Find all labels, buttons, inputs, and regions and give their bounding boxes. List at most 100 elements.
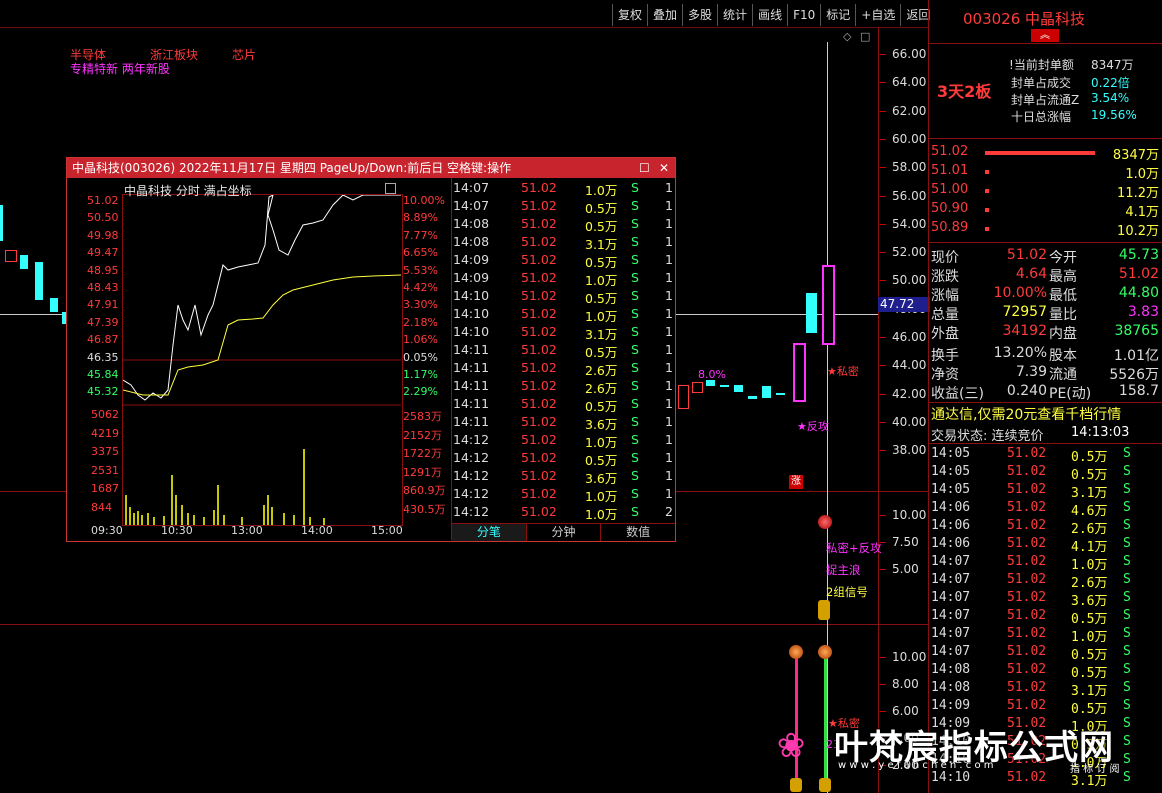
tick-time: 14:11 <box>453 378 490 393</box>
tick-row: 14:11 51.02 2.6万 S 1 <box>453 360 675 378</box>
tick-volume: 3.1万 <box>1071 684 1108 699</box>
tick-row: 14:05 51.02 0.5万 S <box>931 464 1161 483</box>
time-tick: 14:00 <box>301 524 333 537</box>
tick-volume: 4.6万 <box>1071 504 1108 519</box>
maximize-icon[interactable]: ☐ <box>639 158 650 178</box>
tick-direction: S <box>1123 518 1131 533</box>
volume-tick: 2583万 <box>403 410 442 423</box>
tick-volume: 1.0万 <box>585 309 618 324</box>
tick-time: 14:10 <box>453 306 490 321</box>
bid-volume-bar <box>985 170 989 174</box>
toolbar-button[interactable]: 画线 <box>752 4 787 26</box>
tick-price: 51.02 <box>1007 500 1047 515</box>
tick-volume: 0.5万 <box>1071 612 1108 627</box>
toolbar-button[interactable]: 统计 <box>717 4 752 26</box>
tick-time: 14:07 <box>931 572 971 587</box>
divider <box>929 43 1162 44</box>
tick-direction: S <box>1123 680 1131 695</box>
tick-row: 14:07 51.02 1.0万 S 1 <box>453 180 675 198</box>
pct-tick: 2.18% <box>403 315 438 329</box>
volume-tick: 10.00 <box>879 508 927 522</box>
quote-value: 0.240 <box>1006 383 1047 399</box>
promo-link[interactable]: 通达信,仅需20元查看千档行情 <box>931 404 1121 424</box>
volume-tick: 5062 <box>91 408 119 421</box>
tab-shuzhi[interactable]: 数值 <box>601 524 675 541</box>
pct-tick: 4.42% <box>403 281 438 294</box>
tick-count: 1 <box>665 216 673 231</box>
close-icon[interactable]: ✕ <box>659 158 669 178</box>
toolbar-button[interactable]: F10 <box>787 4 820 26</box>
popup-title-bar[interactable]: 中晶科技(003026) 2022年11月17日 星期四 PageUp/Down… <box>67 158 675 178</box>
diamond-icon[interactable]: ◇ <box>843 30 851 43</box>
tick-time: 14:06 <box>931 518 971 533</box>
tick-direction: S <box>1123 662 1131 677</box>
tick-time: 14:07 <box>453 198 490 213</box>
crosshair-price-label: 47.72 <box>878 297 930 312</box>
toolbar-button[interactable]: 复权 <box>612 4 647 26</box>
tick-row: 14:11 51.02 0.5万 S 1 <box>453 342 675 360</box>
quote-label: 今开 <box>1049 250 1077 266</box>
tick-row: 14:11 51.02 0.5万 S 1 <box>453 396 675 414</box>
tick-price: 51.02 <box>1007 698 1047 713</box>
seal-value: 19.56% <box>1091 108 1137 122</box>
tick-time: 14:05 <box>931 464 971 479</box>
tab-fenbi[interactable]: 分笔 <box>452 524 527 541</box>
tab-fenzhong[interactable]: 分钟 <box>527 524 602 541</box>
bid-row: 51.02 8347万 <box>931 144 1161 163</box>
tick-count: 1 <box>665 468 673 483</box>
bid-volume: 10.2万 <box>1117 224 1159 239</box>
tick-volume: 2.6万 <box>585 381 618 396</box>
time-tick: 13:00 <box>231 524 263 537</box>
tick-price: 51.02 <box>521 504 557 519</box>
bid-volume: 11.2万 <box>1117 186 1159 201</box>
tick-row: 14:05 51.02 3.1万 S <box>931 482 1161 501</box>
candle <box>35 262 43 300</box>
price-tick: 46.00 <box>879 330 927 344</box>
tick-price: 51.02 <box>521 378 557 393</box>
tick-direction: S <box>631 486 639 501</box>
pct-tick: 1.06% <box>403 333 438 347</box>
candle <box>748 396 757 399</box>
toolbar-button[interactable]: 多股 <box>682 4 717 26</box>
bid-volume-bar <box>985 208 989 212</box>
tick-row: 14:07 51.02 0.5万 S <box>931 608 1161 627</box>
square-icon[interactable]: □ <box>860 30 870 43</box>
concept-tag: 芯片 <box>232 48 257 62</box>
tick-time: 14:12 <box>453 468 490 483</box>
price-tick: 52.00 <box>879 245 927 260</box>
tick-time: 14:11 <box>453 414 490 429</box>
volume-tick: 860.9万 <box>403 484 446 497</box>
toolbar-button[interactable]: 叠加 <box>647 4 682 26</box>
candle <box>806 293 817 333</box>
intraday-popup[interactable]: 中晶科技(003026) 2022年11月17日 星期四 PageUp/Down… <box>66 157 676 542</box>
tick-volume: 3.6万 <box>1071 594 1108 609</box>
price-tick: 42.00 <box>879 386 927 401</box>
tick-row: 14:06 51.02 4.6万 S <box>931 500 1161 519</box>
tick-time: 14:10 <box>453 288 490 303</box>
toolbar-button[interactable]: 标记 <box>820 4 855 26</box>
quote-row: 净资 7.39 流通 5526万 <box>931 364 1161 383</box>
tick-volume: 0.5万 <box>585 399 618 414</box>
tick-price: 51.02 <box>1007 464 1047 479</box>
price-tick: 45.32 <box>87 385 119 399</box>
pct-tick: 1.17% <box>403 368 438 381</box>
toolbar-button[interactable]: +自选 <box>855 4 900 26</box>
board-count: 3天2板 <box>937 82 992 101</box>
quote-label: PE(动) <box>1049 386 1092 402</box>
tick-volume: 0.5万 <box>1071 702 1108 717</box>
tick-direction: S <box>631 216 639 231</box>
seal-value: 3.54% <box>1091 91 1130 105</box>
top-toolbar: 复权 叠加 多股 统计 画线 F10 标记 +自选 返回 <box>612 4 935 26</box>
pct-tick: 0.05% <box>403 350 438 364</box>
tick-volume: 3.6万 <box>585 471 618 486</box>
tick-row: 14:07 51.02 1.0万 S <box>931 626 1161 645</box>
toggle-icon[interactable] <box>385 183 396 194</box>
tick-price: 51.02 <box>1007 554 1047 569</box>
volume-tick: 430.5万 <box>403 502 446 516</box>
pct-tick: 10.00% <box>403 194 445 207</box>
tick-volume: 1.0万 <box>585 183 618 198</box>
seal-label: 封单占流通Z <box>1011 93 1080 107</box>
chevron-up-icon[interactable]: ︽ <box>1031 29 1059 42</box>
indicator-tick: 10.00 <box>879 650 927 664</box>
quote-label: 换手 <box>931 348 959 364</box>
